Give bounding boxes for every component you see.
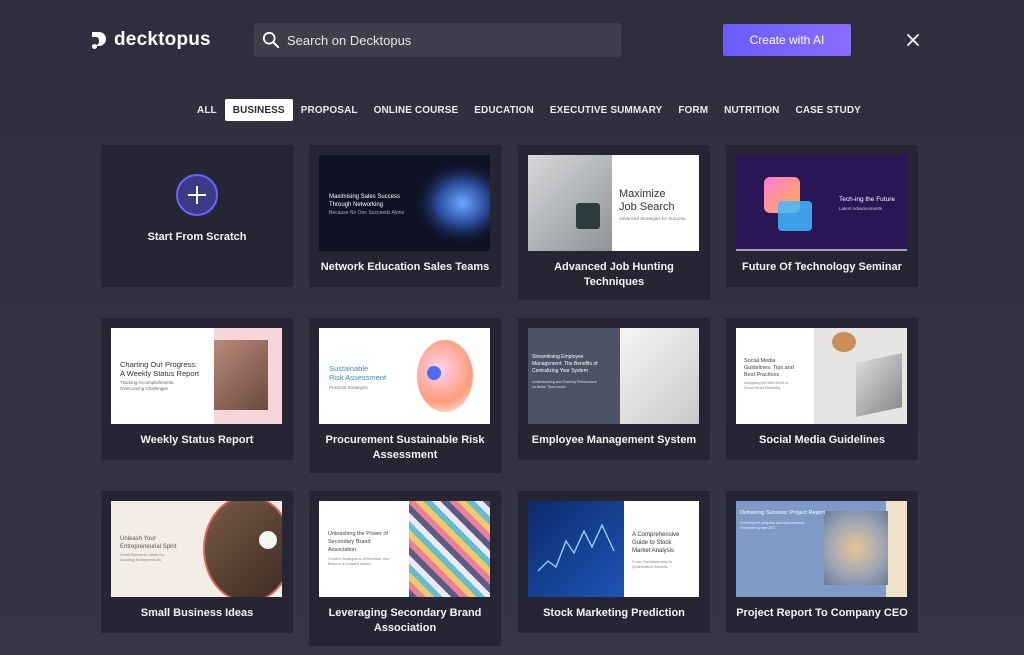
template-thumbnail: Sustainable Risk Assessment Practical St…	[319, 328, 490, 424]
template-thumbnail: Charting Our Progress: A Weekly Status R…	[111, 328, 282, 424]
search-icon	[262, 31, 280, 49]
thumb-text: Delivering Success: Project Report	[740, 510, 825, 516]
template-card[interactable]: Charting Our Progress: A Weekly Status R…	[101, 318, 293, 460]
thumb-text: Guidelines: Tips and	[744, 365, 794, 371]
template-thumbnail: Social Media Guidelines: Tips and Best P…	[736, 328, 907, 424]
template-thumbnail: Unleashing the Power of Secondary Brand …	[319, 501, 490, 597]
card-title: Start From Scratch	[147, 231, 247, 243]
category-tabs: ALL BUSINESS PROPOSAL ONLINE COURSE EDUC…	[189, 99, 869, 121]
thumb-text: Maximize	[619, 188, 666, 200]
card-title: Weekly Status Report	[140, 434, 254, 446]
card-title: Procurement Sustainable Risk Assessment	[325, 434, 485, 461]
thumb-text: Overcoming Challenges	[120, 386, 169, 391]
thumb-text: Risk Assessment	[329, 373, 387, 382]
search-bar[interactable]	[254, 23, 621, 57]
template-card[interactable]: Streamlining Employee Management: The Be…	[518, 318, 710, 460]
template-card[interactable]: Maximising Sales Success Through Network…	[309, 145, 501, 287]
thumb-text: Charting Our Progress:	[120, 360, 198, 369]
thumb-text: Presented by the CEO	[740, 526, 776, 530]
tab-proposal[interactable]: PROPOSAL	[293, 99, 366, 121]
template-thumbnail: Delivering Success: Project Report Unvei…	[736, 501, 907, 597]
create-with-ai-button[interactable]: Create with AI	[723, 24, 851, 56]
thumb-text: Tech-ing the Future	[839, 196, 896, 203]
decktopus-logo[interactable]: decktopus	[92, 29, 211, 51]
template-card[interactable]: Sustainable Risk Assessment Practical St…	[309, 318, 501, 473]
thumb-text: A Weekly Status Report	[120, 369, 200, 378]
thumb-text: Secondary Brand	[328, 539, 371, 545]
thumb-text: Streamlining Employee	[532, 354, 584, 360]
thumb-text: Market Analysis	[632, 548, 675, 554]
card-title: Project Report To Company CEO	[736, 607, 908, 619]
card-title: Small Business Ideas	[140, 607, 254, 619]
template-card[interactable]: Social Media Guidelines: Tips and Best P…	[726, 318, 918, 460]
thumb-text: Unleashing the Power of	[328, 531, 388, 537]
template-card-start-from-scratch[interactable]: Start From Scratch	[101, 145, 293, 287]
close-icon[interactable]	[905, 32, 921, 48]
template-thumbnail: Maximising Sales Success Through Network…	[319, 155, 490, 251]
card-title: Network Education Sales Teams	[320, 261, 490, 273]
thumb-text: Centralizing Your System	[532, 368, 588, 374]
template-thumbnail: A Comprehensive Guide to Stock Market An…	[528, 501, 699, 597]
thumb-text: Sustainable	[329, 364, 369, 373]
thumb-text: Management: The Benefits of	[532, 361, 598, 367]
tab-form[interactable]: FORM	[670, 99, 716, 121]
logo-text: decktopus	[114, 29, 211, 50]
thumb-text: Brand in a Crowded Market	[328, 562, 371, 566]
thumb-text: for Better Team Action	[532, 385, 567, 389]
template-card[interactable]: Unleashing the Power of Secondary Brand …	[309, 491, 501, 646]
tab-all[interactable]: ALL	[189, 99, 225, 121]
thumb-text: Job Search	[619, 201, 675, 213]
thumb-text: Social Media	[744, 358, 776, 364]
tab-case-study[interactable]: CASE STUDY	[788, 99, 869, 121]
tab-nutrition[interactable]: NUTRITION	[716, 99, 787, 121]
template-card[interactable]: A Comprehensive Guide to Stock Market An…	[518, 491, 710, 633]
thumb-text: Practical Strategies	[329, 385, 368, 390]
tab-executive-summary[interactable]: EXECUTIVE SUMMARY	[542, 99, 670, 121]
search-input[interactable]	[287, 32, 607, 48]
template-card[interactable]: Unleash Your Entrepreneurial Spirit Smal…	[101, 491, 293, 633]
card-title: Leveraging Secondary Brand Association	[328, 607, 482, 634]
thumb-text: A Comprehensive	[632, 532, 680, 538]
thumb-text: Best Practices	[744, 372, 780, 378]
template-thumbnail: Unleash Your Entrepreneurial Spirit Smal…	[111, 501, 282, 597]
thumb-text: Quantitative Models	[632, 564, 668, 569]
thumb-text: Social Media Marketing	[744, 386, 781, 390]
top-bar: decktopus Create with AI	[0, 0, 1024, 80]
thumb-text: Aspiring Entrepreneurs	[120, 557, 161, 562]
tab-education[interactable]: EDUCATION	[466, 99, 542, 121]
card-title: Employee Management System	[531, 434, 697, 446]
template-card[interactable]: Tech-ing the Future Latest Advancements …	[726, 145, 918, 287]
plus-icon	[176, 174, 218, 216]
thumb-text: Association	[328, 547, 357, 553]
template-card[interactable]: Maximize Job Search Advanced Strategies …	[518, 145, 710, 300]
template-thumbnail: Tech-ing the Future Latest Advancements	[736, 155, 907, 251]
tab-business[interactable]: BUSINESS	[224, 99, 293, 121]
thumb-text: Guide to Stock	[632, 540, 672, 546]
tab-online-course[interactable]: ONLINE COURSE	[366, 99, 467, 121]
thumb-text: Because No One Succeeds Alone	[329, 210, 405, 216]
thumb-text: Advanced Strategies for Success	[619, 216, 686, 221]
decktopus-logo-icon	[92, 30, 108, 50]
template-card[interactable]: Delivering Success: Project Report Unvei…	[726, 491, 918, 633]
template-thumbnail: Maximize Job Search Advanced Strategies …	[528, 155, 699, 251]
card-title: Stock Marketing Prediction	[543, 607, 685, 619]
thumb-text: Entrepreneurial Spirit	[120, 544, 177, 550]
card-title: Advanced Job Hunting Techniques	[554, 261, 674, 288]
card-title: Social Media Guidelines	[759, 434, 885, 446]
thumb-text: Latest Advancements	[839, 206, 883, 211]
template-thumbnail: Streamlining Employee Management: The Be…	[528, 328, 699, 424]
card-title: Future Of Technology Seminar	[742, 261, 902, 273]
